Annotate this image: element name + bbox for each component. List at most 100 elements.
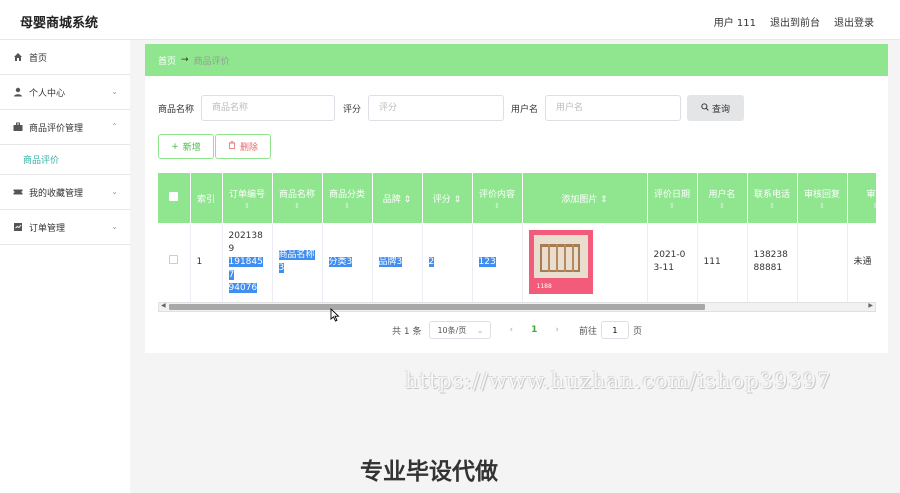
column-header[interactable]: 商品分类 ⇕ <box>322 173 373 223</box>
sidebar-item-label: 首页 <box>29 53 48 64</box>
top-links: 用户 111 退出到前台 退出登录 <box>714 14 874 29</box>
breadcrumb-current: 商品评价 <box>193 56 230 67</box>
query-button[interactable]: 查询 <box>687 95 745 121</box>
sort-icon: ⇕ <box>769 201 775 210</box>
plus-icon: + <box>171 141 179 152</box>
sort-icon: ⇕ <box>872 201 876 210</box>
user-icon <box>13 87 23 97</box>
search-form: 商品名称 评分 用户名 查询 <box>158 95 745 121</box>
app-title: 母婴商城系统 <box>20 16 99 31</box>
product-name-input[interactable] <box>201 95 336 121</box>
breadcrumb-home[interactable]: 首页 <box>158 54 176 67</box>
score-input[interactable] <box>368 95 505 121</box>
column-header[interactable]: 审核⇕ <box>847 173 876 223</box>
logout-link[interactable]: 退出登录 <box>834 14 874 29</box>
page-size-select[interactable]: 10条/页 ⌄ <box>429 321 492 339</box>
select-all-checkbox[interactable] <box>158 173 191 223</box>
column-header[interactable]: 品牌 ⇕ <box>372 173 423 223</box>
column-header[interactable]: 评价内容 ⇕ <box>472 173 523 223</box>
product-thumbnail[interactable]: 1188 <box>528 230 593 295</box>
cell-username: 111 <box>697 223 748 302</box>
sort-icon: ⇕ <box>344 201 350 210</box>
review-table: 索引 订单编号 ⇕ 商品名称 ⇕ 商品分类 ⇕ 品牌 ⇕ 评分 ⇕ 评价内容 ⇕ 添加图… <box>158 173 876 302</box>
scroll-left-icon[interactable]: ◀ <box>161 302 166 309</box>
column-header[interactable]: 订单编号 ⇕ <box>222 173 273 223</box>
sort-icon: ⇕ <box>719 201 725 210</box>
page-number[interactable]: 1 <box>531 325 537 335</box>
column-header[interactable]: 评价日期 ⇕ <box>647 173 698 223</box>
thumbnail-price: 1188 <box>536 283 552 291</box>
order-icon <box>13 222 23 232</box>
current-user: 用户 111 <box>713 18 756 29</box>
cell-phone: 13823888881 <box>747 223 798 302</box>
briefcase-icon <box>13 122 23 132</box>
trash-icon <box>228 141 236 152</box>
sidebar-item-home[interactable]: 首页 <box>0 40 130 75</box>
home-icon <box>13 52 23 62</box>
table-row[interactable]: 1 2021389 1918457 94076 商品名称3 分类3 品牌3 2 12… <box>158 223 876 302</box>
sort-icon: ⇕ <box>819 201 825 210</box>
cell-image[interactable]: 1188 <box>522 223 648 302</box>
add-button[interactable]: + 新增 <box>158 134 214 159</box>
sort-icon: ⇕ <box>453 194 462 205</box>
product-name-label: 商品名称 <box>158 104 195 115</box>
back-to-front-link[interactable]: 退出到前台 <box>770 14 820 29</box>
cell-brand: 品牌3 <box>372 223 423 302</box>
sort-icon: ⇕ <box>600 194 608 205</box>
column-header[interactable]: 评分 ⇕ <box>422 173 473 223</box>
cell-product-name: 商品名称3 <box>272 223 323 302</box>
horizontal-scrollbar[interactable]: ◀ ▶ <box>158 302 876 312</box>
scrollbar-thumb[interactable] <box>169 304 705 310</box>
column-header[interactable]: 添加图片 ⇕ <box>522 173 648 223</box>
cell-status: 未通 <box>847 223 876 302</box>
sidebar-item-order-management[interactable]: 订单管理 ⌄ <box>0 210 130 245</box>
ticket-icon <box>13 187 23 197</box>
goto-label: 前往 <box>578 326 597 337</box>
main-panel: 首页 → 商品评价 商品名称 评分 用户名 查询 + 新增 删除 <box>145 44 888 353</box>
page-unit: 页 <box>632 326 642 337</box>
chevron-down-icon: ⌄ <box>111 187 118 196</box>
breadcrumb: 首页 → 商品评价 <box>145 44 888 76</box>
score-label: 评分 <box>343 104 362 115</box>
next-page-icon[interactable]: › <box>555 325 559 335</box>
pagination: 共 1 条 10条/页 ⌄ ‹ 1 › 前往 页 <box>392 321 642 339</box>
total-count: 共 1 条 <box>392 326 422 337</box>
column-header[interactable]: 商品名称 ⇕ <box>272 173 323 223</box>
sort-icon: ⇕ <box>494 201 500 210</box>
watermark: https://www.huzhan.com/ishop39397 <box>405 369 832 393</box>
arrow-right-icon: → <box>181 55 189 65</box>
sidebar-item-label: 个人中心 <box>29 88 66 99</box>
cell-content: 123 <box>472 223 523 302</box>
row-checkbox[interactable] <box>158 223 191 302</box>
delete-button[interactable]: 删除 <box>215 134 271 159</box>
cell-order-no: 2021389 1918457 94076 <box>222 223 273 302</box>
sidebar-item-favorites-management[interactable]: 我的收藏管理 ⌄ <box>0 175 130 210</box>
mouse-cursor-icon <box>330 307 340 322</box>
goto-page-input[interactable] <box>600 321 629 339</box>
top-bar: 母婴商城系统 用户 111 退出到前台 退出登录 <box>0 0 900 40</box>
cell-date: 2021-03-11 <box>647 223 698 302</box>
chevron-down-icon: ⌄ <box>476 325 484 335</box>
chevron-up-icon: ⌃ <box>111 122 118 131</box>
prev-page-icon[interactable]: ‹ <box>509 325 513 335</box>
column-header: 索引 <box>190 173 223 223</box>
sidebar-subitem-review[interactable]: 商品评价 <box>0 145 130 175</box>
column-header[interactable]: 审核回复 ⇕ <box>797 173 848 223</box>
sort-icon: ⇕ <box>669 201 675 210</box>
sidebar: 首页 个人中心 ⌄ 商品评价管理 ⌃ 商品评价 我的收藏管理 ⌄ 订单管理 ⌄ <box>0 40 130 493</box>
username-label: 用户名 <box>511 104 539 115</box>
column-header[interactable]: 联系电话 ⇕ <box>747 173 798 223</box>
sidebar-item-personal-center[interactable]: 个人中心 ⌄ <box>0 75 130 110</box>
search-icon <box>701 102 709 114</box>
chevron-down-icon: ⌄ <box>111 222 118 231</box>
column-header[interactable]: 用户名 ⇕ <box>697 173 748 223</box>
sidebar-item-label: 商品评价管理 <box>29 123 84 134</box>
username-input[interactable] <box>545 95 682 121</box>
action-buttons: + 新增 删除 <box>158 134 271 159</box>
scroll-right-icon[interactable]: ▶ <box>868 302 873 309</box>
cell-score: 2 <box>422 223 473 302</box>
sidebar-item-label: 商品评价 <box>23 156 60 166</box>
cell-category: 分类3 <box>322 223 373 302</box>
sidebar-item-review-management[interactable]: 商品评价管理 ⌃ <box>0 110 130 145</box>
caption-text: 专业毕设代做 <box>360 459 498 485</box>
